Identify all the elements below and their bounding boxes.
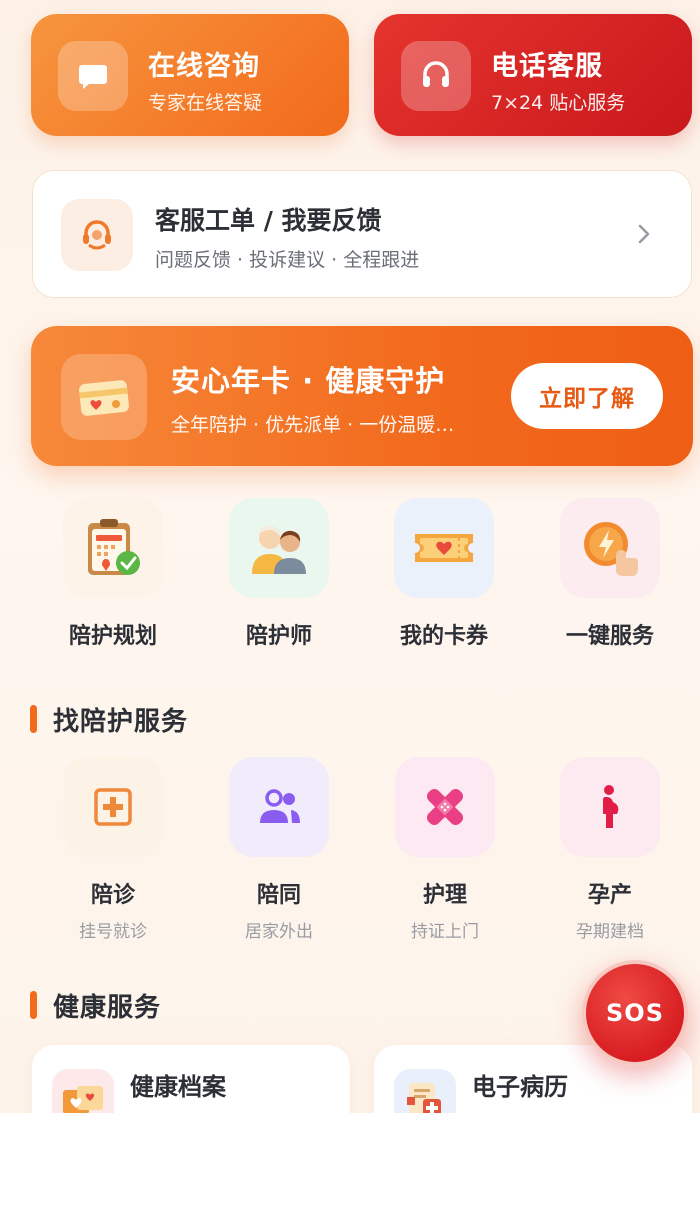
service-label: 护理 (422, 883, 467, 908)
ticket-title: 客服工单 / 我要反馈 (155, 206, 382, 235)
headset-icon (401, 41, 471, 111)
service-label: 孕产 (587, 883, 632, 908)
phone-service-subtitle: 7×24 贴心服务 (491, 92, 626, 114)
service-maternity[interactable]: 孕产 孕期建档 (527, 757, 693, 942)
ticket-feedback-card[interactable]: 客服工单 / 我要反馈 问题反馈 · 投诉建议 · 全程跟进 (32, 170, 692, 298)
promo-title: 安心年卡 · 健康守护 (171, 364, 446, 398)
service-escort-visit[interactable]: 陪诊 挂号就诊 (30, 757, 196, 942)
bandage-icon (395, 757, 495, 857)
medical-record-title: 电子病历 (472, 1073, 568, 1101)
section-health-service: 健康服务 (30, 988, 162, 1023)
ticket-subtitle: 问题反馈 · 投诉建议 · 全程跟进 (155, 249, 420, 271)
service-label: 陪同 (256, 883, 301, 908)
card-icon (61, 354, 147, 440)
grid-item-one-click-service[interactable]: 一键服务 (530, 498, 690, 650)
grid-item-care-plan[interactable]: 陪护规划 (33, 498, 193, 650)
section-accent-bar (30, 991, 37, 1019)
grid-item-coupons[interactable]: 我的卡券 (364, 498, 524, 650)
promo-subtitle: 全年陪护 · 优先派单 · 一份温暖… (171, 414, 455, 436)
pregnant-icon (560, 757, 660, 857)
online-consult-subtitle: 专家在线答疑 (148, 92, 263, 114)
health-record-title: 健康档案 (130, 1073, 226, 1101)
phone-service-title: 电话客服 (491, 51, 603, 82)
section-title: 找陪护服务 (53, 706, 189, 737)
support-agent-icon (61, 199, 133, 271)
service-nursing[interactable]: 护理 持证上门 (362, 757, 528, 942)
section-find-service: 找陪护服务 (30, 702, 189, 737)
medical-cross-icon (63, 757, 163, 857)
grid-label: 陪护规划 (68, 624, 157, 649)
learn-more-button[interactable]: 立即了解 (511, 363, 663, 429)
phone-service-card[interactable]: 电话客服 7×24 贴心服务 (374, 14, 692, 136)
grid-label: 陪护师 (245, 624, 312, 649)
bottom-mask (0, 1113, 700, 1225)
grid-label: 我的卡券 (399, 624, 488, 649)
grid-item-caregiver[interactable]: 陪护师 (199, 498, 359, 650)
people-icon (229, 757, 329, 857)
sos-button[interactable]: SOS (582, 960, 688, 1066)
section-accent-bar (30, 705, 37, 733)
service-sub: 持证上门 (411, 922, 479, 942)
coupon-ticket-icon (394, 498, 494, 598)
chevron-right-icon (638, 224, 650, 244)
online-consult-title: 在线咨询 (148, 51, 260, 82)
clipboard-calendar-icon (63, 498, 163, 598)
grid-label: 一键服务 (565, 624, 654, 649)
annual-card-promo-banner[interactable]: 安心年卡 · 健康守护 全年陪护 · 优先派单 · 一份温暖… 立即了解 (31, 326, 693, 466)
tap-lightning-icon (560, 498, 660, 598)
online-consult-card[interactable]: 在线咨询 专家在线答疑 (31, 14, 349, 136)
caregivers-icon (229, 498, 329, 598)
section-title: 健康服务 (53, 992, 162, 1023)
service-sub: 孕期建档 (576, 922, 644, 942)
service-label: 陪诊 (90, 883, 135, 908)
chat-bubble-icon (58, 41, 128, 111)
service-accompany[interactable]: 陪同 居家外出 (196, 757, 362, 942)
service-sub: 居家外出 (245, 922, 313, 942)
service-sub: 挂号就诊 (79, 922, 147, 942)
